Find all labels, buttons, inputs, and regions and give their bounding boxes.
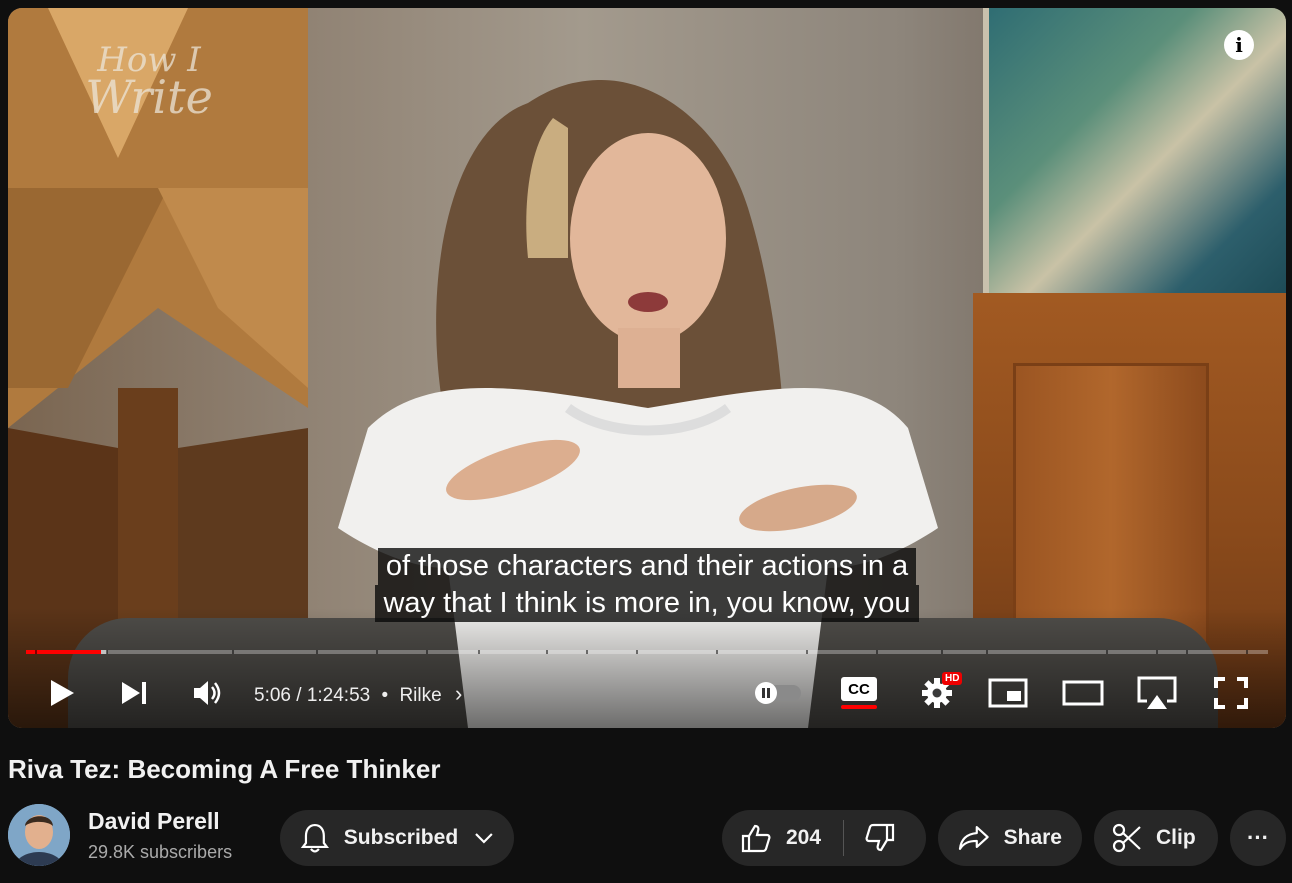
channel-name[interactable]: David Perell [88,808,220,835]
miniplayer-icon [988,678,1028,708]
miniplayer-button[interactable] [986,670,1030,716]
time-display: 5:06 / 1:24:53 • Rilke › [254,681,462,707]
fullscreen-icon [1214,677,1248,709]
share-label: Share [1003,826,1062,849]
channel-watermark: How I Write [74,43,224,125]
next-button[interactable] [112,670,156,716]
dislike-button[interactable] [844,810,916,866]
time-total: 1:24:53 [306,685,371,706]
bell-icon [300,824,329,853]
settings-button[interactable]: HD [912,670,963,716]
channel-avatar[interactable] [8,804,70,866]
more-icon: ··· [1247,825,1269,850]
play-button[interactable] [40,670,84,716]
share-icon [958,826,989,850]
played-fill [26,650,101,654]
thumbs-up-icon [741,824,771,853]
scissors-icon [1112,823,1141,853]
chapter-title[interactable]: Rilke [399,685,441,706]
play-icon [51,680,74,706]
chapter-chevron-icon[interactable]: › [455,681,462,706]
video-title: Riva Tez: Becoming A Free Thinker [8,754,441,784]
time-separator: / [296,685,302,706]
like-count: 204 [786,826,822,849]
hd-badge: HD [942,672,963,685]
like-dislike-group: 204 [722,810,926,866]
subscribed-button[interactable]: Subscribed [280,810,514,866]
avatar-image [8,804,70,866]
info-icon[interactable]: i [1224,30,1254,60]
video-player[interactable]: How I Write i of those characters and th… [8,8,1286,728]
clip-label: Clip [1156,826,1196,849]
autoplay-toggle[interactable] [750,670,806,716]
captions-button[interactable]: CC [838,670,880,716]
video-details: Riva Tez: Becoming A Free Thinker David … [0,740,1292,883]
cc-active-indicator [841,705,877,709]
volume-icon [194,681,221,705]
progress-bar[interactable] [26,650,1268,654]
subscriber-count: 29.8K subscribers [88,842,233,862]
share-button[interactable]: Share [938,810,1082,866]
next-icon [122,682,146,704]
fullscreen-button[interactable] [1208,670,1254,716]
caption-line-1: of those characters and their actions in… [377,548,917,585]
player-controls: 5:06 / 1:24:53 • Rilke › CC HD [8,670,1286,716]
theater-mode-button[interactable] [1060,670,1106,716]
more-actions-button[interactable]: ··· [1230,810,1286,866]
thumbs-down-icon [865,823,895,852]
watermark-line-2: Write [85,70,213,125]
airplay-button[interactable] [1134,670,1180,716]
theater-icon [1062,680,1104,706]
time-dot: • [381,685,389,706]
subscribed-label: Subscribed [343,826,459,849]
volume-button[interactable] [186,670,230,716]
chevron-down-icon [475,833,493,844]
time-current: 5:06 [254,685,291,706]
like-button[interactable]: 204 [740,810,843,866]
autoplay-toggle-icon [755,682,801,704]
cc-icon: CC [841,677,877,701]
clip-button[interactable]: Clip [1094,810,1218,866]
airplay-icon [1137,676,1177,709]
